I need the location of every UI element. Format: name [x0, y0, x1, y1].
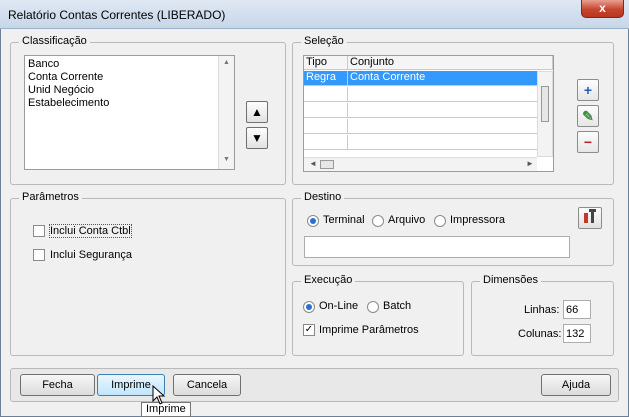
- dimensoes-group: Dimensões Linhas: Colunas:: [471, 274, 614, 356]
- radio-dot[interactable]: [372, 215, 384, 227]
- dialog-body: Classificação Banco Conta Corrente Unid …: [6, 30, 623, 414]
- selecao-group: Seleção Tipo Conjunto Regra Conta Corren…: [292, 35, 614, 185]
- printer-setup-button[interactable]: [578, 207, 602, 229]
- imprime-parametros-checkbox[interactable]: ✓ Imprime Parâmetros: [303, 324, 423, 338]
- selecao-grid[interactable]: Tipo Conjunto Regra Conta Corrente ◄ ►: [303, 55, 554, 172]
- grid-vertical-scrollbar[interactable]: [537, 71, 553, 157]
- checkbox-box[interactable]: [33, 249, 45, 261]
- list-item[interactable]: Unid Negócio: [28, 84, 94, 97]
- checkbox-box[interactable]: ✓: [303, 324, 315, 336]
- cancela-button[interactable]: Cancela: [173, 374, 241, 396]
- fecha-button[interactable]: Fecha: [20, 374, 95, 396]
- parametros-legend: Parâmetros: [19, 191, 82, 203]
- edit-icon: ✎: [582, 108, 594, 124]
- table-row[interactable]: [304, 135, 553, 150]
- title-bar: Relatório Contas Correntes (LIBERADO) x: [0, 0, 629, 29]
- execucao-online-radio[interactable]: On-Line: [303, 300, 363, 314]
- scroll-thumb[interactable]: [320, 160, 334, 169]
- column-header-tipo[interactable]: Tipo: [304, 56, 348, 70]
- tools-icon: [584, 209, 596, 223]
- radio-label[interactable]: Arquivo: [388, 214, 425, 226]
- classificacao-group: Classificação Banco Conta Corrente Unid …: [10, 35, 286, 185]
- button-bar: Fecha Imprime Cancela Ajuda: [10, 368, 619, 402]
- destino-group: Destino Terminal Arquivo Impressora: [292, 191, 614, 266]
- cell-tipo: Regra: [304, 71, 348, 85]
- destino-arquivo-radio[interactable]: Arquivo: [372, 214, 430, 228]
- empty-cell: [304, 135, 348, 149]
- column-header-conjunto[interactable]: Conjunto: [348, 56, 553, 70]
- scroll-right-icon[interactable]: ►: [526, 159, 534, 168]
- grid-horizontal-scrollbar[interactable]: ◄ ►: [304, 157, 537, 171]
- add-selection-button[interactable]: +: [577, 79, 599, 101]
- scroll-down-icon[interactable]: ▼: [223, 156, 230, 163]
- radio-dot[interactable]: [307, 215, 319, 227]
- edit-selection-button[interactable]: ✎: [577, 105, 599, 127]
- destino-terminal-radio[interactable]: Terminal: [307, 214, 371, 228]
- add-icon: +: [583, 82, 593, 98]
- linhas-label: Linhas:: [524, 304, 560, 316]
- classificacao-scrollbar[interactable]: ▲ ▼: [218, 56, 234, 169]
- radio-label[interactable]: Batch: [383, 300, 411, 312]
- checkbox-label[interactable]: Inclui Segurança: [50, 249, 132, 261]
- move-up-button[interactable]: ▲: [246, 101, 268, 123]
- execucao-legend: Execução: [301, 274, 356, 286]
- table-row[interactable]: [304, 87, 553, 102]
- checkbox-box[interactable]: [33, 225, 45, 237]
- destino-impressora-radio[interactable]: Impressora: [434, 214, 506, 228]
- execucao-group: Execução On-Line Batch ✓ Imprime Parâmet…: [292, 274, 464, 356]
- radio-label[interactable]: On-Line: [319, 300, 358, 312]
- ajuda-button[interactable]: Ajuda: [541, 374, 611, 396]
- window-title: Relatório Contas Correntes (LIBERADO): [8, 8, 226, 22]
- empty-cell: [304, 87, 348, 101]
- scroll-thumb[interactable]: [541, 86, 549, 122]
- checkbox-label[interactable]: Inclui Conta Ctbl: [49, 224, 132, 238]
- parametros-group: Parâmetros Inclui Conta Ctbl Inclui Segu…: [10, 191, 286, 356]
- list-item[interactable]: Banco: [28, 58, 59, 71]
- selecao-legend: Seleção: [301, 35, 347, 47]
- empty-cell: [304, 103, 348, 117]
- classificacao-list[interactable]: Banco Conta Corrente Unid Negócio Estabe…: [24, 55, 235, 170]
- close-button[interactable]: x: [581, 0, 624, 18]
- inclui-conta-ctbl-checkbox[interactable]: Inclui Conta Ctbl: [33, 224, 153, 239]
- colunas-input[interactable]: [563, 324, 591, 343]
- move-down-button[interactable]: ▼: [246, 127, 268, 149]
- radio-dot[interactable]: [367, 301, 379, 313]
- remove-selection-button[interactable]: −: [577, 131, 599, 153]
- scroll-up-icon[interactable]: ▲: [223, 59, 230, 66]
- radio-dot[interactable]: [303, 301, 315, 313]
- inclui-seguranca-checkbox[interactable]: Inclui Segurança: [33, 249, 153, 263]
- table-row[interactable]: Regra Conta Corrente: [304, 71, 553, 86]
- radio-label[interactable]: Impressora: [450, 214, 505, 226]
- list-item[interactable]: Estabelecimento: [28, 97, 109, 110]
- dimensoes-legend: Dimensões: [480, 274, 542, 286]
- linhas-input[interactable]: [563, 300, 591, 319]
- destino-path-input[interactable]: [304, 236, 570, 258]
- mouse-cursor-icon: [152, 385, 166, 405]
- colunas-label: Colunas:: [518, 328, 562, 340]
- grid-header: Tipo Conjunto: [304, 56, 553, 70]
- radio-label[interactable]: Terminal: [323, 214, 365, 226]
- scroll-left-icon[interactable]: ◄: [309, 159, 317, 168]
- classificacao-legend: Classificação: [19, 35, 90, 47]
- empty-cell: [304, 119, 348, 133]
- cell-conjunto: Conta Corrente: [348, 71, 553, 85]
- execucao-batch-radio[interactable]: Batch: [367, 300, 417, 314]
- radio-dot[interactable]: [434, 215, 446, 227]
- remove-icon: −: [583, 134, 593, 150]
- list-item[interactable]: Conta Corrente: [28, 71, 103, 84]
- checkbox-label[interactable]: Imprime Parâmetros: [319, 324, 419, 336]
- destino-legend: Destino: [301, 191, 345, 203]
- table-row[interactable]: [304, 103, 553, 118]
- table-row[interactable]: [304, 119, 553, 134]
